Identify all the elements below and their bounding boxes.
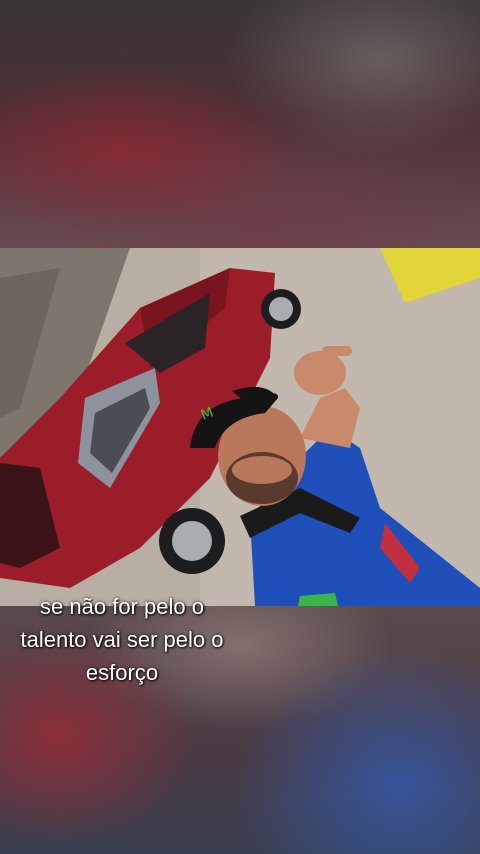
caption-line-2: talento vai ser pelo o (20, 627, 224, 652)
selfie-photo: M (0, 248, 480, 606)
blurred-background-top (0, 0, 480, 248)
photo-illustration: M (0, 248, 480, 606)
caption-line-1: se não for pelo o (40, 594, 204, 619)
caption-line-3: esforço (85, 660, 159, 685)
video-caption: se não for pelo o talento vai ser pelo o… (0, 590, 244, 689)
